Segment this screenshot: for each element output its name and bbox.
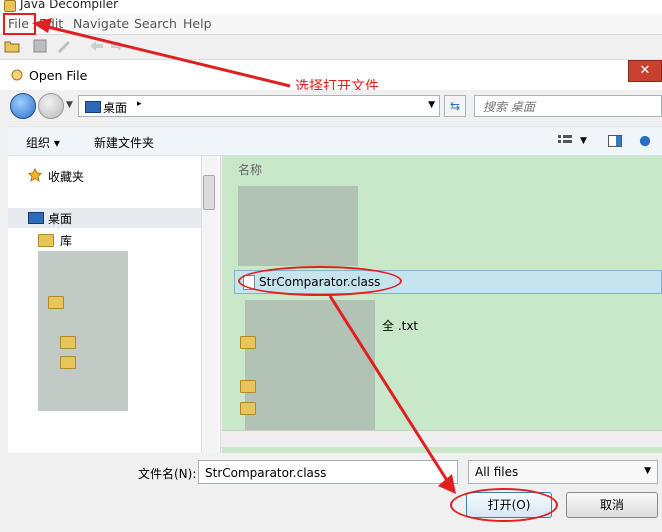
filename-input[interactable] [203,464,457,482]
organize-button[interactable]: 组织 ▾ [26,134,60,151]
back-button[interactable] [10,93,36,119]
blurred-tree-area [38,251,128,411]
folder-icon [240,402,256,415]
app-title-bar: Java Decompiler [0,0,662,14]
history-dropdown-icon[interactable]: ▼ [66,100,73,110]
file-type-value[interactable]: All files [475,465,518,479]
view-options-icon[interactable] [558,135,572,147]
blurred-file-area [245,300,375,430]
close-button[interactable]: ✕ [628,60,662,82]
address-bar[interactable]: 桌面 ▸ ▼ [78,95,440,117]
chevron-down-icon[interactable]: ▼ [644,466,651,476]
text-file-name[interactable]: 全 .txt [382,317,418,334]
menu-navigate[interactable]: Navigate [73,16,129,31]
app-title: Java Decompiler [20,0,119,11]
new-folder-button[interactable]: 新建文件夹 [94,134,154,151]
file-type-select[interactable]: All files ▼ [468,460,658,484]
left-scrollbar-thumb[interactable] [203,175,215,210]
navigation-pane: 收藏夹 桌面 库 [8,156,221,453]
breadcrumb-chevron-icon[interactable]: ▸ [137,99,142,109]
help-icon[interactable] [638,135,652,147]
search-input[interactable] [481,98,655,116]
menu-help[interactable]: Help [183,16,212,31]
open-folder-icon[interactable] [4,39,20,53]
folder-icon [60,336,76,349]
library-icon [38,234,54,247]
folder-icon [240,336,256,349]
app-toolbar [0,35,662,60]
forward-button[interactable] [38,93,64,119]
horizontal-scrollbar[interactable] [222,430,662,447]
folder-icon [48,296,64,309]
save-icon[interactable] [32,39,48,53]
command-bar: 组织 ▾ 新建文件夹 ▼ [8,126,662,156]
java-app-icon [4,0,16,12]
blurred-file-area [238,186,358,266]
dialog-icon [11,69,23,81]
open-button-highlight [450,488,558,522]
back-icon[interactable] [88,39,104,53]
search-box[interactable] [474,95,662,117]
preview-pane-icon[interactable] [608,135,622,147]
selected-file-highlight [238,266,402,296]
column-header-name[interactable]: 名称 [238,161,262,178]
file-menu-highlight [3,13,36,35]
desktop-tree-icon [28,212,44,224]
menu-edit[interactable]: Edit [39,16,63,31]
tree-library[interactable]: 库 [60,232,72,249]
cancel-button[interactable]: 取消 [566,492,658,518]
forward-icon[interactable] [110,39,126,53]
menu-search[interactable]: Search [134,16,177,31]
address-dropdown-icon[interactable]: ▼ [428,100,435,110]
tree-favorites[interactable]: 收藏夹 [48,168,84,185]
edit-icon[interactable] [56,39,72,53]
desktop-icon [85,101,101,113]
filename-label: 文件名(N): [138,467,197,481]
star-icon [28,168,42,182]
filename-field[interactable] [198,460,458,484]
dialog-title: Open File [29,68,88,83]
menu-bar: File Edit Navigate Search Help [0,14,662,35]
folder-icon [60,356,76,369]
folder-icon [240,380,256,393]
view-dropdown-icon[interactable]: ▼ [580,136,587,146]
tree-desktop[interactable]: 桌面 [48,210,72,227]
refresh-button[interactable]: ⇆ [444,95,466,117]
address-location[interactable]: 桌面 [103,99,127,116]
